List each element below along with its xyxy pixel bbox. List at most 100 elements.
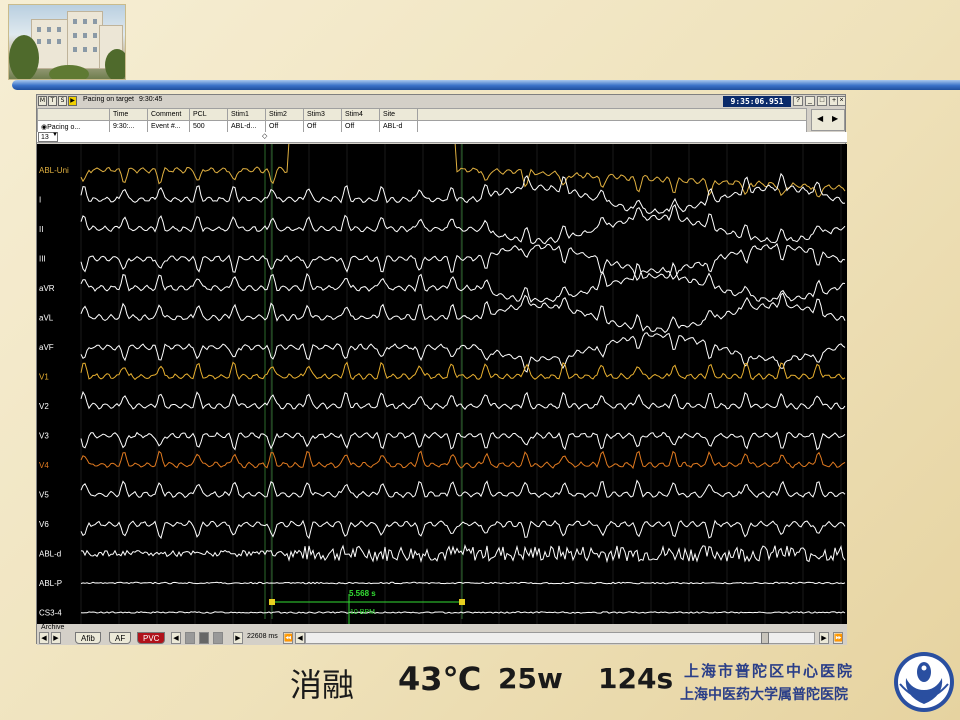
channel-label: ABL-Uni	[39, 166, 69, 175]
channel-label: ABL-d	[39, 550, 61, 559]
rewind-icon[interactable]: ⏪	[283, 632, 293, 644]
archive-label: Archive	[41, 624, 65, 631]
channel-label: aVR	[39, 284, 55, 293]
first-icon[interactable]: ◀	[39, 632, 49, 644]
table-cell: Off	[303, 120, 342, 133]
caption-temperature: 43℃	[398, 660, 482, 698]
ecg-trace-iii	[80, 242, 846, 281]
stim-button[interactable]: S	[58, 96, 67, 106]
hospital-affiliation: 上海中医药大学属普陀医院	[680, 687, 848, 703]
system-clock: 9:35:06.951	[723, 96, 791, 107]
minimize-icon[interactable]: _	[805, 96, 815, 106]
caption-duration: 124s	[598, 662, 674, 695]
tab-pvc[interactable]: PVC	[137, 632, 166, 644]
caliper-handle[interactable]	[269, 599, 275, 605]
ecg-trace-avr	[80, 261, 846, 303]
block-icon[interactable]	[213, 632, 223, 644]
bottom-toolbar: Archive ◀ ▶ Afib AF PVC ◀ ▶ 22608 ms ⏪ ◀…	[37, 624, 847, 645]
column-header[interactable]: Stim2	[265, 108, 304, 121]
ecg-trace-v3	[80, 431, 846, 451]
column-header[interactable]: Comment	[147, 108, 190, 121]
chevron-down-icon[interactable]: ▼	[52, 132, 58, 138]
row-label: Pacing o...	[47, 123, 81, 131]
ecg-trace-v1	[80, 361, 846, 381]
table-cell: Event #...	[147, 120, 190, 133]
ep-recording-window: M T S ▶ Pacing on target 9:30:45 9:35:06…	[36, 94, 847, 645]
diamond-marker-icon[interactable]: ◇	[262, 132, 267, 140]
channel-label: V6	[39, 520, 49, 529]
channel-label: V3	[39, 432, 49, 441]
channel-label: ABL-P	[39, 579, 62, 588]
ecg-traces-svg[interactable]: ABL-UniIIIIIIaVRaVLaVFV1V2V3V4V5V6ABL-dA…	[37, 144, 847, 624]
channel-label: aVF	[39, 343, 54, 352]
ecg-trace-v2	[80, 390, 846, 410]
header-divider-bar	[12, 80, 960, 90]
ecg-trace-cs3-4	[80, 611, 846, 614]
timeline-scroll-thumb[interactable]	[761, 632, 769, 644]
channel-group-row: 13 ▼ ◇	[37, 132, 847, 143]
caption-label: 消融	[290, 666, 355, 704]
measurement-duration: 5.568 s	[349, 589, 376, 598]
table-header-blank	[37, 108, 110, 121]
tab-afib[interactable]: Afib	[75, 632, 101, 644]
channel-label: III	[39, 255, 46, 264]
table-row[interactable]: ◉Pacing o... 9:30:... Event #... 500 ABL…	[37, 120, 807, 133]
marker-button[interactable]: M	[38, 96, 47, 106]
ecg-trace-v4	[80, 450, 846, 470]
step-forward-icon[interactable]: ▶	[819, 632, 829, 644]
caption-power: 25w	[498, 662, 563, 695]
block-icon[interactable]	[199, 632, 209, 644]
table-nav: ◀ ▶	[811, 109, 845, 131]
fast-forward-icon[interactable]: ⏩	[833, 632, 843, 644]
hospital-name: 上海市普陀区中心医院	[684, 662, 855, 680]
help-icon[interactable]: ?	[793, 96, 803, 106]
channel-label: V2	[39, 402, 49, 411]
channel-label: II	[39, 225, 43, 234]
channel-label: aVL	[39, 314, 54, 323]
chevron-left-icon[interactable]: ◀	[817, 114, 823, 123]
column-header[interactable]: Stim4	[341, 108, 380, 121]
measurement-rate: 10 BPM	[350, 609, 375, 616]
channel-label: V1	[39, 373, 49, 382]
chevron-right-icon[interactable]: ▶	[832, 114, 838, 123]
step-back-icon[interactable]: ◀	[295, 632, 305, 644]
column-header[interactable]: PCL	[189, 108, 228, 121]
ecg-trace-v6	[80, 519, 846, 540]
row-label-cell[interactable]: ◉Pacing o...	[37, 120, 110, 133]
table-cell: Off	[341, 120, 380, 133]
timing-button[interactable]: T	[48, 96, 57, 106]
column-header[interactable]: Stim1	[227, 108, 266, 121]
column-header[interactable]: Site	[379, 108, 418, 121]
ecg-trace-abl-uni	[80, 144, 846, 198]
table-header-blank	[417, 108, 807, 121]
caliper-handle[interactable]	[459, 599, 465, 605]
ecg-trace-abl-d	[80, 544, 846, 564]
ecg-trace-avf	[80, 332, 846, 373]
table-cell-blank	[417, 120, 807, 133]
arrow-left-icon[interactable]: ◀	[171, 632, 181, 644]
channel-label: V4	[39, 461, 49, 470]
ecg-trace-ii	[80, 203, 846, 245]
play-button[interactable]: ▶	[68, 96, 77, 106]
column-header[interactable]: Time	[109, 108, 148, 121]
channel-label: V5	[39, 491, 49, 500]
tab-af[interactable]: AF	[109, 632, 132, 644]
table-cell: 500	[189, 120, 228, 133]
block-icon[interactable]	[185, 632, 195, 644]
next-icon[interactable]: ▶	[51, 632, 61, 644]
window-titlebar: M T S ▶ Pacing on target 9:30:45 9:35:06…	[37, 95, 846, 108]
ecg-trace-i	[80, 172, 846, 215]
timeline-scrollbar[interactable]	[305, 632, 815, 644]
ecg-trace-v5	[80, 479, 846, 499]
arrow-right-icon[interactable]: ▶	[233, 632, 243, 644]
hospital-logo	[894, 652, 954, 712]
window-title-time: 9:30:45	[139, 96, 163, 103]
ecg-trace-area[interactable]: ABL-Uni I II III aVR aVL aVF V1 V2 V3 V4 V5 V6 ABL-d A…	[37, 144, 847, 624]
close-icon[interactable]: ×	[837, 96, 846, 106]
hospital-photo	[8, 4, 126, 80]
restore-icon[interactable]: □	[817, 96, 827, 106]
table-cell: 9:30:...	[109, 120, 148, 133]
column-header[interactable]: Stim3	[303, 108, 342, 121]
channel-label: CS3-4	[39, 609, 62, 618]
table-cell: Off	[265, 120, 304, 133]
